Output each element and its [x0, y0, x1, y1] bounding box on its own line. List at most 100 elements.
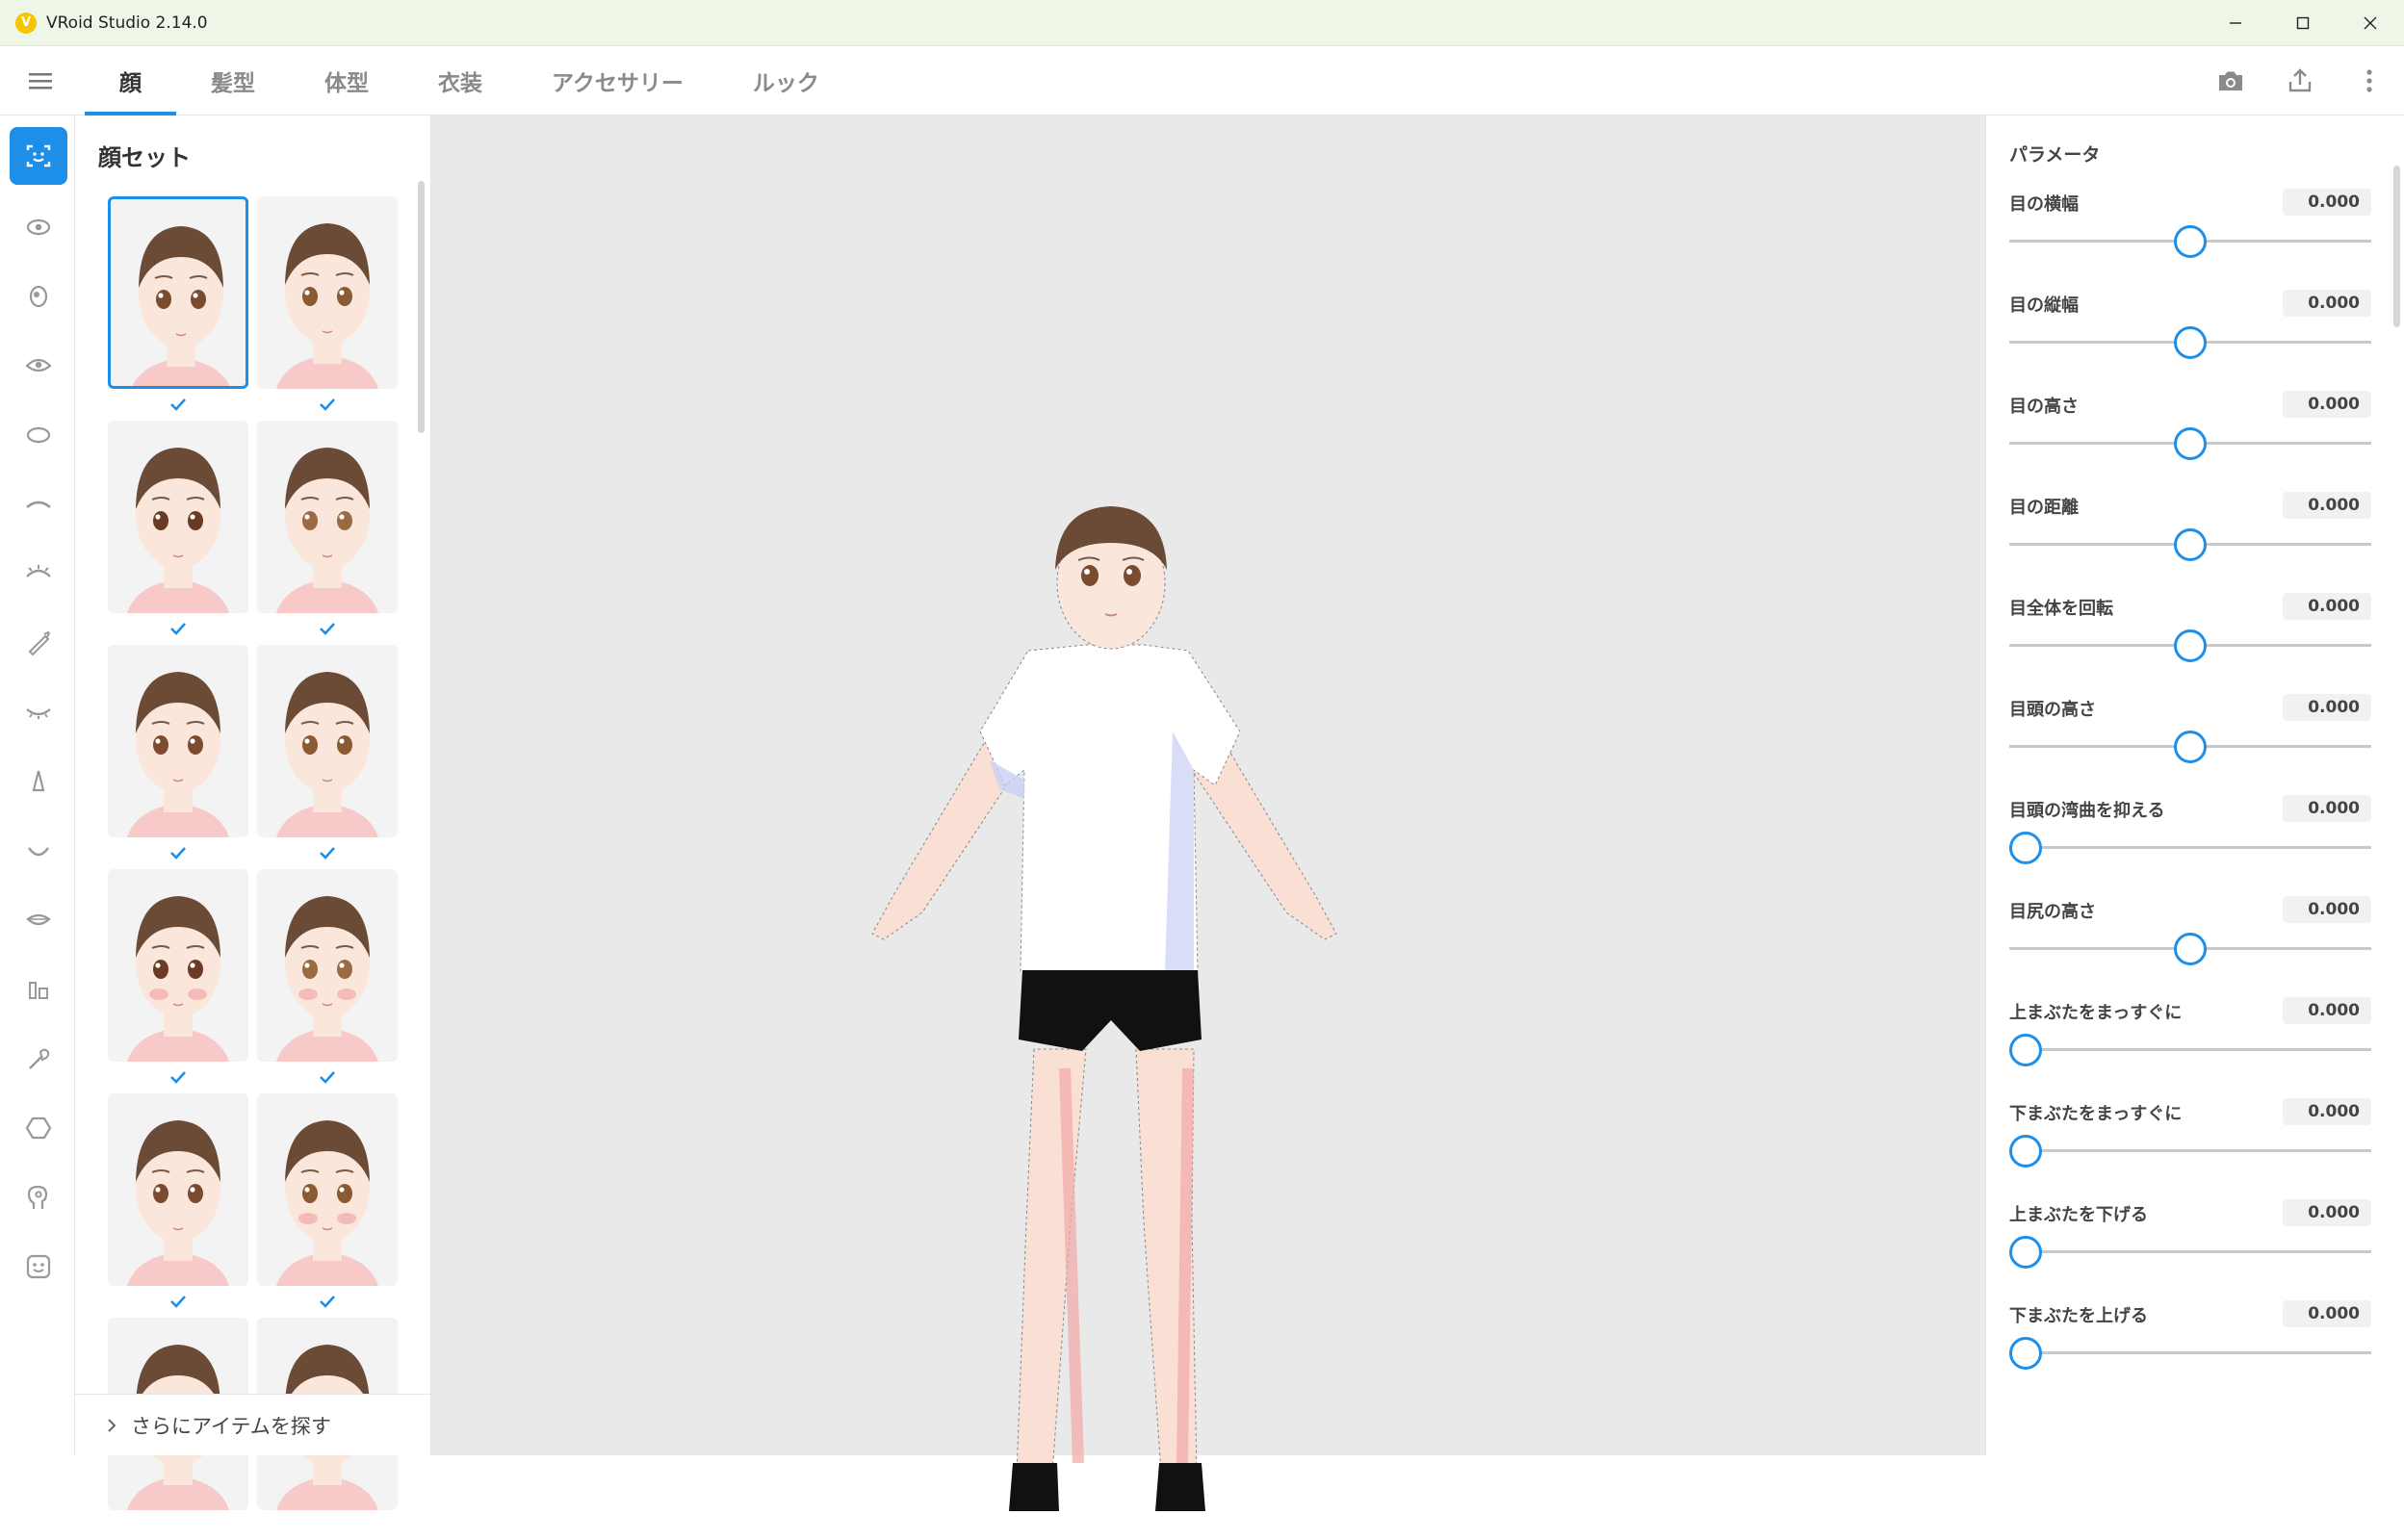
parameter-value-field[interactable]: 0.000: [2283, 492, 2371, 519]
checkmark-icon: [320, 1296, 335, 1308]
tab-face[interactable]: 顔: [85, 46, 176, 116]
preset-thumbnail[interactable]: [257, 645, 398, 837]
avatar-viewport[interactable]: [431, 116, 1985, 1511]
parameter-label: 目全体を回転: [2009, 599, 2113, 619]
parameter-scrollbar[interactable]: [2393, 166, 2400, 327]
slider-handle[interactable]: [2174, 629, 2207, 662]
parameter-label: 下まぶたをまっすぐに: [2009, 1104, 2183, 1124]
parameter-value-field[interactable]: 0.000: [2283, 795, 2371, 822]
parameter-slider-row: 目の横幅 0.000: [2009, 189, 2371, 292]
parameter-slider-row: 目頭の湾曲を抑える 0.000: [2009, 795, 2371, 898]
parameter-value-field[interactable]: 0.000: [2283, 694, 2371, 721]
rail-mouth[interactable]: [10, 822, 67, 880]
parameter-value-field[interactable]: 0.000: [2283, 290, 2371, 317]
parameter-label: 目頭の湾曲を抑える: [2009, 801, 2165, 821]
rail-eye-set[interactable]: [10, 198, 67, 256]
preset-thumbnail[interactable]: [257, 421, 398, 613]
slider-track[interactable]: [2009, 1250, 2371, 1253]
slider-handle[interactable]: [2174, 225, 2207, 258]
top-actions: [2196, 46, 2404, 116]
slider-handle[interactable]: [2174, 326, 2207, 359]
slider-handle[interactable]: [2009, 1034, 2042, 1066]
face-preview-image: [276, 896, 378, 1062]
menu-button[interactable]: [25, 67, 56, 94]
rail-eye[interactable]: [10, 337, 67, 395]
rail-expression[interactable]: [10, 1238, 67, 1296]
slider-handle[interactable]: [2174, 528, 2207, 561]
parameter-value-field[interactable]: 0.000: [2283, 189, 2371, 216]
preset-scrollbar[interactable]: [418, 181, 425, 433]
rail-eyeliner[interactable]: [10, 614, 67, 672]
slider-track[interactable]: [2009, 1149, 2371, 1152]
face-preview-image: [127, 448, 229, 613]
slider-handle[interactable]: [2009, 832, 2042, 864]
screenshot-button[interactable]: [2196, 46, 2265, 116]
parameter-value-field[interactable]: 0.000: [2283, 1098, 2371, 1125]
rail-head[interactable]: [10, 1168, 67, 1226]
preset-thumbnail[interactable]: [108, 196, 248, 389]
minimize-button[interactable]: [2202, 0, 2269, 46]
preset-thumbnail[interactable]: [257, 196, 398, 389]
parameter-label: 上まぶたを下げる: [2009, 1205, 2148, 1225]
rail-teeth[interactable]: [10, 961, 67, 1018]
close-button[interactable]: [2337, 0, 2404, 46]
preset-thumbnail[interactable]: [108, 645, 248, 837]
rail-eyelid[interactable]: [10, 683, 67, 741]
slider-track[interactable]: [2009, 1048, 2371, 1051]
rail-face-set[interactable]: [10, 127, 67, 185]
slider-handle[interactable]: [2174, 933, 2207, 965]
tab-outfit[interactable]: 衣装: [403, 46, 517, 116]
preset-thumbnail[interactable]: [257, 1093, 398, 1286]
preset-thumbnail[interactable]: [257, 869, 398, 1062]
slider-track[interactable]: [2009, 1351, 2371, 1354]
more-button[interactable]: [2335, 46, 2404, 116]
slider-handle[interactable]: [2174, 731, 2207, 763]
tab-accessory[interactable]: アクセサリー: [517, 46, 718, 116]
parameter-slider-row: 目尻の高さ 0.000: [2009, 896, 2371, 999]
close-icon: [2364, 16, 2377, 30]
parameter-value-field[interactable]: 0.000: [2283, 1300, 2371, 1327]
preset-thumbnail[interactable]: [108, 869, 248, 1062]
tab-hairstyle[interactable]: 髪型: [176, 46, 290, 116]
face-preview-image: [276, 1120, 378, 1286]
slider-track[interactable]: [2009, 846, 2371, 849]
hamburger-icon: [29, 73, 52, 90]
slider-handle[interactable]: [2174, 427, 2207, 460]
checkmark-icon: [170, 847, 186, 860]
parameter-value-field[interactable]: 0.000: [2283, 1199, 2371, 1226]
parameter-slider-row: 目の高さ 0.000: [2009, 391, 2371, 494]
parameter-value-field[interactable]: 0.000: [2283, 997, 2371, 1024]
minimize-icon: [2230, 22, 2241, 24]
eyeliner-icon: [28, 630, 51, 656]
slider-handle[interactable]: [2009, 1135, 2042, 1168]
makeup-icon: [29, 1048, 50, 1069]
tab-body[interactable]: 体型: [290, 46, 403, 116]
rail-makeup[interactable]: [10, 1030, 67, 1088]
rail-ears[interactable]: [10, 1099, 67, 1157]
rail-face-shape[interactable]: [10, 406, 67, 464]
maximize-button[interactable]: [2269, 0, 2337, 46]
parameter-value-field[interactable]: 0.000: [2283, 593, 2371, 620]
preset-thumbnail[interactable]: [108, 1093, 248, 1286]
rail-nose[interactable]: [10, 753, 67, 810]
tab-look[interactable]: ルック: [718, 46, 854, 116]
face-preview-image: [132, 226, 230, 386]
preset-thumbnail[interactable]: [108, 421, 248, 613]
mouth-icon: [28, 847, 49, 857]
find-more-items-button[interactable]: さらにアイテムを探す: [75, 1394, 430, 1455]
rail-iris[interactable]: [10, 268, 67, 325]
rail-eyelash[interactable]: [10, 545, 67, 603]
rail-lips[interactable]: [10, 891, 67, 949]
window-title: VRoid Studio 2.14.0: [46, 13, 208, 33]
avatar-model: [871, 506, 1337, 1511]
slider-handle[interactable]: [2009, 1236, 2042, 1269]
slider-handle[interactable]: [2009, 1337, 2042, 1370]
eyelash-icon: [26, 565, 51, 578]
parameter-label: 上まぶたをまっすぐに: [2009, 1003, 2183, 1023]
parameter-value-field[interactable]: 0.000: [2283, 896, 2371, 923]
rail-eyebrow[interactable]: [10, 475, 67, 533]
parameter-value-field[interactable]: 0.000: [2283, 391, 2371, 418]
export-button[interactable]: [2265, 46, 2335, 116]
parameter-label: 目頭の高さ: [2009, 700, 2096, 720]
parameter-label: 下まぶたを上げる: [2009, 1306, 2148, 1326]
